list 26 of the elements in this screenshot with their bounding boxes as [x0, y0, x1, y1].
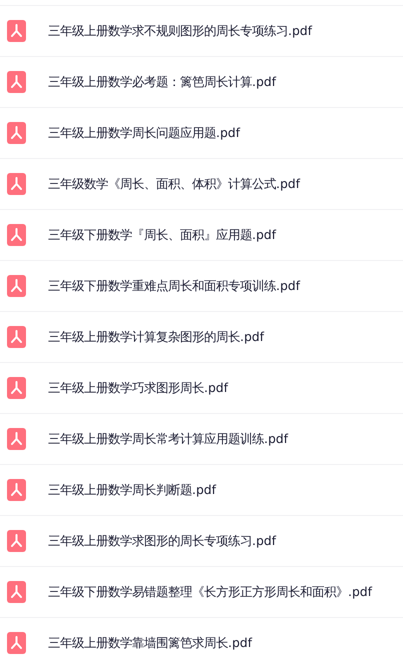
file-name-link[interactable]: 三年级上册数学周长判断题.pdf: [48, 480, 216, 500]
file-name-link[interactable]: 三年级上册数学求图形的周长专项练习.pdf: [48, 532, 276, 550]
pdf-file-icon: [7, 20, 26, 42]
file-name-link[interactable]: 三年级上册数学周长问题应用题.pdf: [48, 124, 240, 142]
file-name-link[interactable]: 三年级上册数学求不规则图形的周长专项练习.pdf: [48, 22, 312, 40]
pdf-file-icon: [7, 479, 26, 501]
pdf-file-icon: [7, 428, 26, 450]
file-name-link[interactable]: 三年级下册数学易错题整理《长方形正方形周长和面积》.pdf: [48, 582, 372, 602]
file-name-link[interactable]: 三年级下册数学重难点周长和面积专项训练.pdf: [48, 276, 300, 296]
pdf-file-icon: [7, 122, 26, 144]
pdf-file-icon: [7, 275, 26, 297]
pdf-file-icon: [7, 71, 26, 93]
file-name-link[interactable]: 三年级上册数学计算复杂图形的周长.pdf: [48, 328, 264, 346]
pdf-file-icon: [7, 632, 26, 654]
pdf-file-icon: [7, 224, 26, 246]
file-name-link[interactable]: 三年级上册数学周长常考计算应用题训练.pdf: [48, 430, 288, 448]
pdf-file-icon: [7, 581, 26, 603]
file-name-link[interactable]: 三年级数学《周长、面积、体积》计算公式.pdf: [48, 174, 300, 194]
pdf-file-icon: [7, 326, 26, 348]
pdf-file-icon: [7, 377, 26, 399]
file-name-link[interactable]: 三年级上册数学必考题：篱笆周长计算.pdf: [48, 72, 276, 92]
pdf-file-icon: [7, 530, 26, 552]
pdf-file-icon: [7, 173, 26, 195]
file-name-link[interactable]: 三年级上册数学靠墙围篱笆求周长.pdf: [48, 634, 252, 652]
file-name-link[interactable]: 三年级上册数学巧求图形周长.pdf: [48, 378, 228, 398]
file-name-link[interactable]: 三年级下册数学『周长、面积』应用题.pdf: [48, 226, 276, 244]
